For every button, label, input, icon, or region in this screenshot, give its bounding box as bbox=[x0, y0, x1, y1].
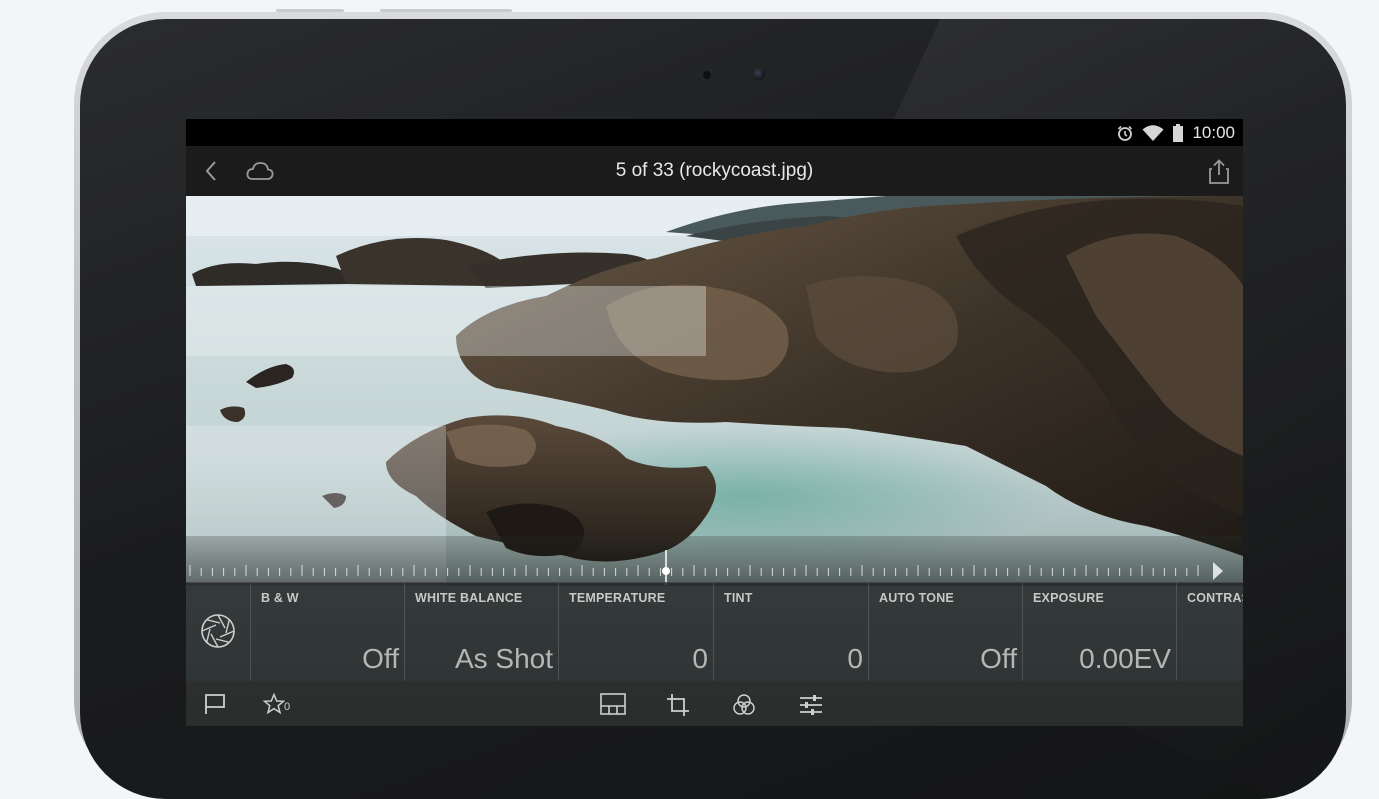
adjust-label: WHITE BALANCE bbox=[415, 591, 523, 605]
status-icons: 10:00 bbox=[1116, 123, 1235, 143]
adjust-value: 0 bbox=[692, 643, 708, 674]
adjust-label: AUTO TONE bbox=[879, 591, 954, 605]
slider-ruler bbox=[189, 550, 1223, 585]
adjust-value: 0.00EV bbox=[1079, 643, 1171, 674]
share-icon[interactable] bbox=[1208, 159, 1230, 190]
battery-icon bbox=[1172, 124, 1184, 142]
adjust-auto-tone[interactable]: AUTO TONE Off bbox=[868, 583, 1023, 681]
adjust-value: Off bbox=[980, 643, 1017, 674]
star-count: 0 bbox=[284, 701, 291, 713]
adjust-value: 0 bbox=[847, 643, 863, 674]
adjust-tint[interactable]: TINT 0 bbox=[713, 583, 869, 681]
front-camera bbox=[753, 68, 765, 80]
adjust-label: EXPOSURE bbox=[1033, 591, 1105, 605]
adjustment-slider[interactable] bbox=[186, 536, 1243, 586]
adjust-label: TINT bbox=[724, 591, 753, 605]
bottom-toolbar: 0 bbox=[186, 680, 1243, 726]
adjust-label: CONTRAS bbox=[1187, 591, 1243, 605]
proximity-sensor bbox=[703, 71, 711, 79]
presets-cell[interactable] bbox=[186, 583, 250, 681]
adjust-bw[interactable]: B & W Off bbox=[250, 583, 405, 681]
slider-arrow-icon[interactable] bbox=[1213, 562, 1223, 580]
tablet-screen: 10:00 5 of 33 (rockycoast.jpg) B & W Off… bbox=[186, 119, 1243, 726]
status-time: 10:00 bbox=[1192, 123, 1235, 142]
adjust-label: B & W bbox=[261, 591, 299, 605]
adjust-white-balance[interactable]: WHITE BALANCE As Shot bbox=[404, 583, 559, 681]
adjust-value: As Shot bbox=[454, 643, 553, 674]
photo-canvas[interactable]: B & W Off WHITE BALANCE As Shot TEMPERAT… bbox=[186, 196, 1243, 726]
adjust-exposure[interactable]: EXPOSURE 0.00EV bbox=[1022, 583, 1177, 681]
adjust-temperature[interactable]: TEMPERATURE 0 bbox=[558, 583, 714, 681]
wifi-icon bbox=[1142, 124, 1164, 142]
adjust-value: Off bbox=[362, 643, 399, 674]
alarm-icon bbox=[1116, 124, 1134, 142]
adjust-label: TEMPERATURE bbox=[569, 591, 666, 605]
adjustment-panel: B & W Off WHITE BALANCE As Shot TEMPERAT… bbox=[186, 582, 1243, 681]
slider-knob[interactable] bbox=[662, 567, 670, 575]
title-bar: 5 of 33 (rockycoast.jpg) bbox=[186, 146, 1243, 196]
photo-title: 5 of 33 (rockycoast.jpg) bbox=[615, 160, 814, 181]
adjust-contrast[interactable]: CONTRAS bbox=[1176, 583, 1243, 681]
status-bar: 10:00 bbox=[186, 119, 1243, 146]
